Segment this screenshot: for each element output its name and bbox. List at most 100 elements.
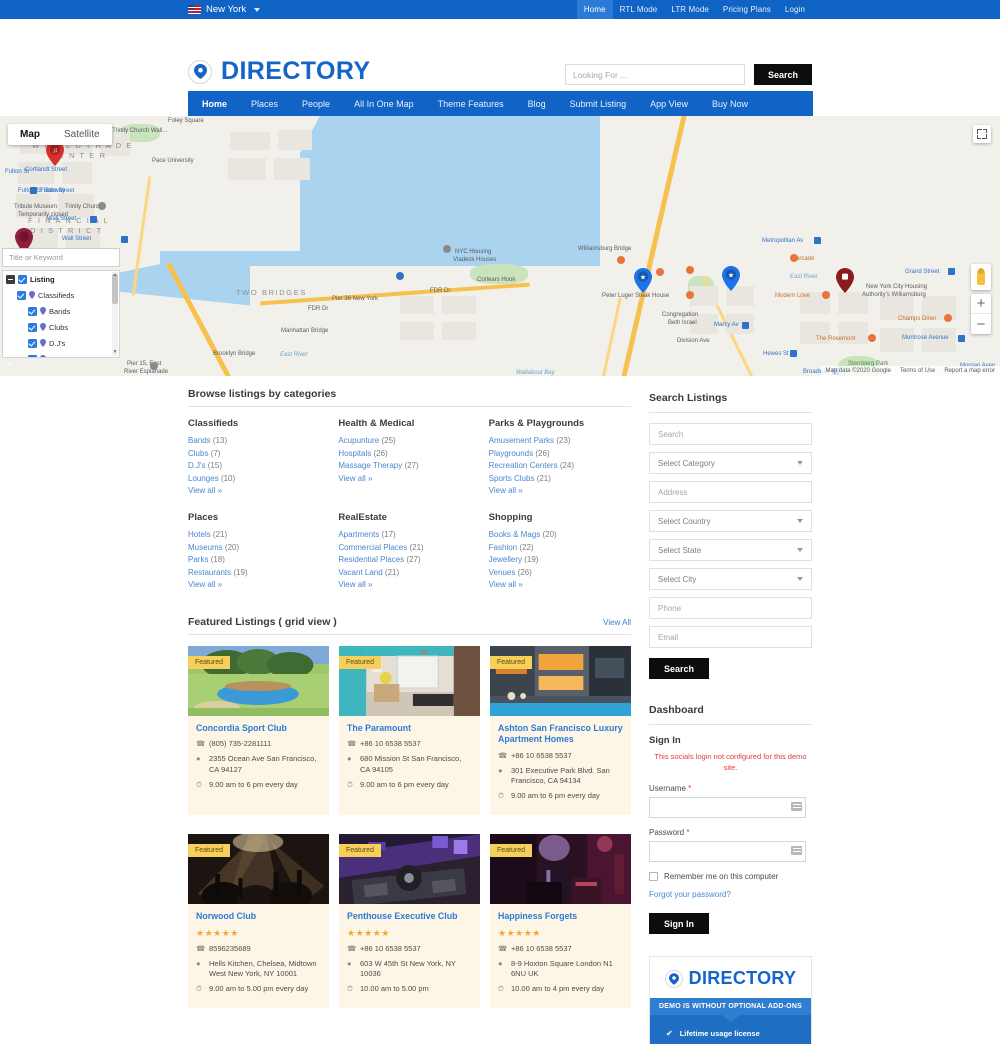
location-selector[interactable]: New York <box>188 4 261 15</box>
map-canvas[interactable]: Map Satellite + − Map data ©2020 Google … <box>0 116 1000 376</box>
keyboard-icon[interactable] <box>791 846 802 855</box>
map-zoom-in-button[interactable]: + <box>971 294 991 314</box>
tree-row-classifieds[interactable]: Classifieds <box>3 287 119 303</box>
tree-row-djs[interactable]: D.J's <box>3 335 119 351</box>
listing-title[interactable]: Norwood Club <box>196 911 321 923</box>
top-nav-item-ltr-mode[interactable]: LTR Mode <box>664 0 716 19</box>
top-nav-item-pricing-plans[interactable]: Pricing Plans <box>716 0 778 19</box>
tree-row-bands[interactable]: Bands <box>3 303 119 319</box>
category-link[interactable]: Hotels (21) <box>188 529 330 542</box>
tree-checkbox[interactable] <box>28 322 37 332</box>
category-link[interactable]: Sports Clubs (21) <box>489 473 631 486</box>
map-type-toggle[interactable]: Map Satellite <box>8 124 112 145</box>
featured-view-all-link[interactable]: View All <box>603 618 631 627</box>
category-link[interactable]: Books & Mags (20) <box>489 529 631 542</box>
password-input[interactable] <box>649 841 806 862</box>
category-link[interactable]: Bands (13) <box>188 435 330 448</box>
nav-item-submit-listing[interactable]: Submit Listing <box>558 91 639 116</box>
map-listing-tree[interactable]: ▲ ▼ Listing Classifieds Bands Clubs D.J'… <box>2 270 120 358</box>
category-link[interactable]: Massage Therapy (27) <box>338 460 480 473</box>
tree-collapse-icon[interactable] <box>6 274 15 284</box>
tree-checkbox[interactable] <box>28 338 37 348</box>
username-input[interactable] <box>649 797 806 818</box>
tree-row-lounges[interactable]: Lounges <box>3 351 119 357</box>
map-keyword-input[interactable] <box>2 248 120 267</box>
category-link[interactable]: D.J's (15) <box>188 460 330 473</box>
listing-card[interactable]: Featured Concordia Sport Club ☎ (805) 73… <box>188 645 329 816</box>
nav-item-theme-features[interactable]: Theme Features <box>426 91 516 116</box>
map-terms-link[interactable]: Terms of Use <box>900 368 935 374</box>
tree-scroll-up-icon[interactable]: ▲ <box>112 272 118 279</box>
category-link[interactable]: Museums (20) <box>188 542 330 555</box>
tree-row-clubs[interactable]: Clubs <box>3 319 119 335</box>
map-marker-darkred-1[interactable] <box>836 268 854 293</box>
category-view-all[interactable]: View all » <box>188 579 330 592</box>
category-link[interactable]: Amusement Parks (23) <box>489 435 631 448</box>
top-nav-item-rtl-mode[interactable]: RTL Mode <box>613 0 665 19</box>
select-state-dropdown[interactable]: Select State <box>649 539 812 561</box>
select-category-dropdown[interactable]: Select Category <box>649 452 812 474</box>
signin-button[interactable]: Sign In <box>649 913 709 934</box>
map-zoom-controls[interactable]: + − <box>971 294 991 334</box>
category-link[interactable]: Restaurants (19) <box>188 567 330 580</box>
listing-title[interactable]: Ashton San Francisco Luxury Apartment Ho… <box>498 723 623 746</box>
remember-me-row[interactable]: Remember me on this computer <box>649 872 812 881</box>
category-link[interactable]: Commercial Places (21) <box>338 542 480 555</box>
tree-row-listing[interactable]: Listing <box>3 271 119 287</box>
listing-card[interactable]: Featured Ashton San Francisco Luxury Apa… <box>490 645 631 816</box>
sidebar-search-input[interactable] <box>649 423 812 445</box>
category-link[interactable]: Lounges (10) <box>188 473 330 486</box>
tree-scroll-down-icon[interactable]: ▼ <box>112 349 118 356</box>
category-link[interactable]: Residential Places (27) <box>338 554 480 567</box>
category-view-all[interactable]: View all » <box>338 579 480 592</box>
category-view-all[interactable]: View all » <box>188 485 330 498</box>
select-city-dropdown[interactable]: Select City <box>649 568 812 590</box>
nav-item-blog[interactable]: Blog <box>516 91 558 116</box>
category-view-all[interactable]: View all » <box>489 579 631 592</box>
category-link[interactable]: Fashion (22) <box>489 542 631 555</box>
map-zoom-out-button[interactable]: − <box>971 314 991 334</box>
forgot-password-link[interactable]: Forgot your password? <box>649 890 812 899</box>
nav-item-all-in-one-map[interactable]: All In One Map <box>342 91 426 116</box>
map-marker-blue-3[interactable]: ★ <box>722 266 740 291</box>
map-fullscreen-icon[interactable] <box>973 125 991 143</box>
category-link[interactable]: Recreation Centers (24) <box>489 460 631 473</box>
top-nav-item-login[interactable]: Login <box>778 0 812 19</box>
listing-card[interactable]: Featured Happiness Forgets ★★★★★ ☎ +86 1… <box>490 834 631 1009</box>
site-logo[interactable]: DIRECTORY <box>188 59 370 84</box>
map-type-map[interactable]: Map <box>8 124 52 145</box>
map-type-satellite[interactable]: Satellite <box>52 124 112 145</box>
category-link[interactable]: Apartments (17) <box>338 529 480 542</box>
map-report-link[interactable]: Report a map error <box>944 368 995 374</box>
category-link[interactable]: Clubs (7) <box>188 448 330 461</box>
category-view-all[interactable]: View all » <box>338 473 480 486</box>
nav-item-buy-now[interactable]: Buy Now <box>700 91 760 116</box>
category-link[interactable]: Vacant Land (21) <box>338 567 480 580</box>
map-marker-blue-2[interactable]: ★ <box>634 268 652 293</box>
category-link[interactable]: Playgrounds (26) <box>489 448 631 461</box>
category-link[interactable]: Jewellery (19) <box>489 554 631 567</box>
select-country-dropdown[interactable]: Select Country <box>649 510 812 532</box>
nav-item-app-view[interactable]: App View <box>638 91 700 116</box>
listing-title[interactable]: Happiness Forgets <box>498 911 623 923</box>
category-link[interactable]: Parks (18) <box>188 554 330 567</box>
category-link[interactable]: Hospitals (26) <box>338 448 480 461</box>
listing-card[interactable]: Featured The Paramount ☎ +86 10 6538 553… <box>339 645 480 816</box>
header-search-input[interactable] <box>564 64 745 85</box>
sidebar-email-input[interactable] <box>649 626 812 648</box>
street-view-pegman-icon[interactable] <box>971 264 991 290</box>
category-link[interactable]: Venues (26) <box>489 567 631 580</box>
sidebar-phone-input[interactable] <box>649 597 812 619</box>
tree-checkbox[interactable] <box>18 274 27 284</box>
listing-card[interactable]: Featured Norwood Club ★★★★★ ☎ 8596235689… <box>188 834 329 1009</box>
nav-item-home[interactable]: Home <box>188 91 239 116</box>
map-listing-filter-panel[interactable]: ▲ ▼ Listing Classifieds Bands Clubs <box>2 248 120 360</box>
listing-title[interactable]: Concordia Sport Club <box>196 723 321 735</box>
nav-item-places[interactable]: Places <box>239 91 290 116</box>
category-view-all[interactable]: View all » <box>489 485 631 498</box>
category-link[interactable]: Acupunture (25) <box>338 435 480 448</box>
sidebar-search-button[interactable]: Search <box>649 658 710 679</box>
nav-item-people[interactable]: People <box>290 91 342 116</box>
sidebar-address-input[interactable] <box>649 481 812 503</box>
listing-title[interactable]: Penthouse Executive Club <box>347 911 472 923</box>
